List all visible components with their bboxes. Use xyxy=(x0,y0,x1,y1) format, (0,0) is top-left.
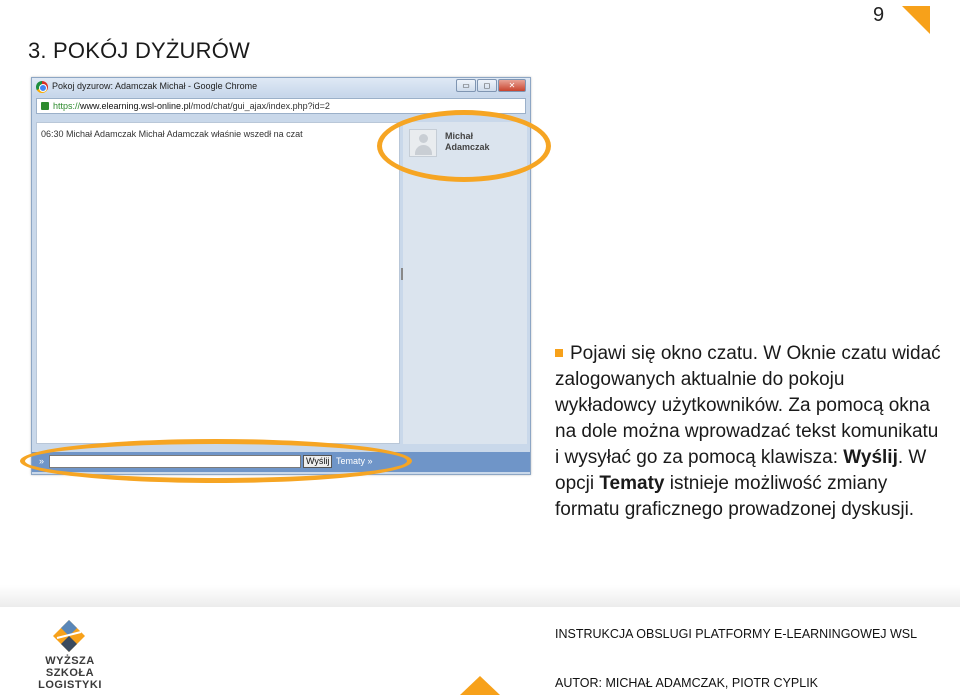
minimize-button[interactable]: ▭ xyxy=(456,79,476,92)
footer-author: AUTOR: MICHAŁ ADAMCZAK, PIOTR CYPLIK xyxy=(555,676,819,690)
chat-log[interactable]: 06:30 Michał Adamczak Michał Adamczak wł… xyxy=(36,122,400,444)
chrome-window-screenshot: Pokoj dyzurow: Adamczak Michał - Google … xyxy=(31,77,531,475)
address-bar[interactable]: https://www.elearning.wsl-online.pl/mod/… xyxy=(36,98,526,114)
corner-triangle-icon xyxy=(902,6,930,34)
window-titlebar: Pokoj dyzurow: Adamczak Michał - Google … xyxy=(32,78,530,97)
chat-message: 06:30 Michał Adamczak Michał Adamczak wł… xyxy=(41,129,303,139)
message-text: Michał Adamczak Michał Adamczak właśnie … xyxy=(66,129,303,139)
url-scheme: https:// xyxy=(53,101,81,111)
description-text: Pojawi się okno czatu. W Oknie czatu wid… xyxy=(555,341,943,523)
message-time: 06:30 xyxy=(41,129,64,139)
user-last-name: Adamczak xyxy=(445,142,490,152)
user-list-panel: Michał Adamczak xyxy=(403,122,527,444)
slide-title: 3. POKÓJ DYŻURÓW xyxy=(28,38,250,63)
window-controls: ▭ ◻ ✕ xyxy=(456,79,526,92)
url-text: https://www.elearning.wsl-online.pl/mod/… xyxy=(53,101,330,111)
lock-icon xyxy=(41,102,49,110)
user-first-name: Michał xyxy=(445,131,474,141)
logo-line1: WYŻSZA SZKOŁA xyxy=(45,655,95,679)
chat-input-bar: » Wyślij Tematy » xyxy=(32,452,530,472)
prompt-chevron-icon: » xyxy=(39,456,45,466)
close-button[interactable]: ✕ xyxy=(498,79,526,92)
logo-line2: LOGISTYKI xyxy=(38,679,102,691)
desc-bold-topics: Tematy xyxy=(599,473,665,494)
maximize-button[interactable]: ◻ xyxy=(477,79,497,92)
send-button[interactable]: Wyślij xyxy=(303,455,333,468)
url-path: /mod/chat/gui_ajax/index.php?id=2 xyxy=(190,101,330,111)
page-number: 9 xyxy=(873,4,885,26)
bottom-triangle-icon xyxy=(460,676,500,695)
message-input[interactable] xyxy=(49,455,301,468)
footer-title: INSTRUKCJA OBSLUGI PLATFORMY E-LEARNINGO… xyxy=(555,627,918,641)
wsl-logo-icon xyxy=(53,620,85,652)
avatar-icon xyxy=(409,129,437,157)
desc-bold-send: Wyślij xyxy=(843,447,898,468)
chrome-icon xyxy=(36,81,48,93)
user-card[interactable]: Michał Adamczak xyxy=(405,124,525,162)
topics-link[interactable]: Tematy » xyxy=(336,456,373,466)
window-title: Pokoj dyzurow: Adamczak Michał - Google … xyxy=(52,81,258,91)
footer-divider xyxy=(0,585,960,607)
logo-text: WYŻSZA SZKOŁA LOGISTYKI xyxy=(20,655,120,691)
description-paragraph: Pojawi się okno czatu. W Oknie czatu wid… xyxy=(555,341,943,523)
url-host: www.elearning.wsl-online.pl xyxy=(80,101,191,111)
user-name: Michał Adamczak xyxy=(445,131,505,153)
